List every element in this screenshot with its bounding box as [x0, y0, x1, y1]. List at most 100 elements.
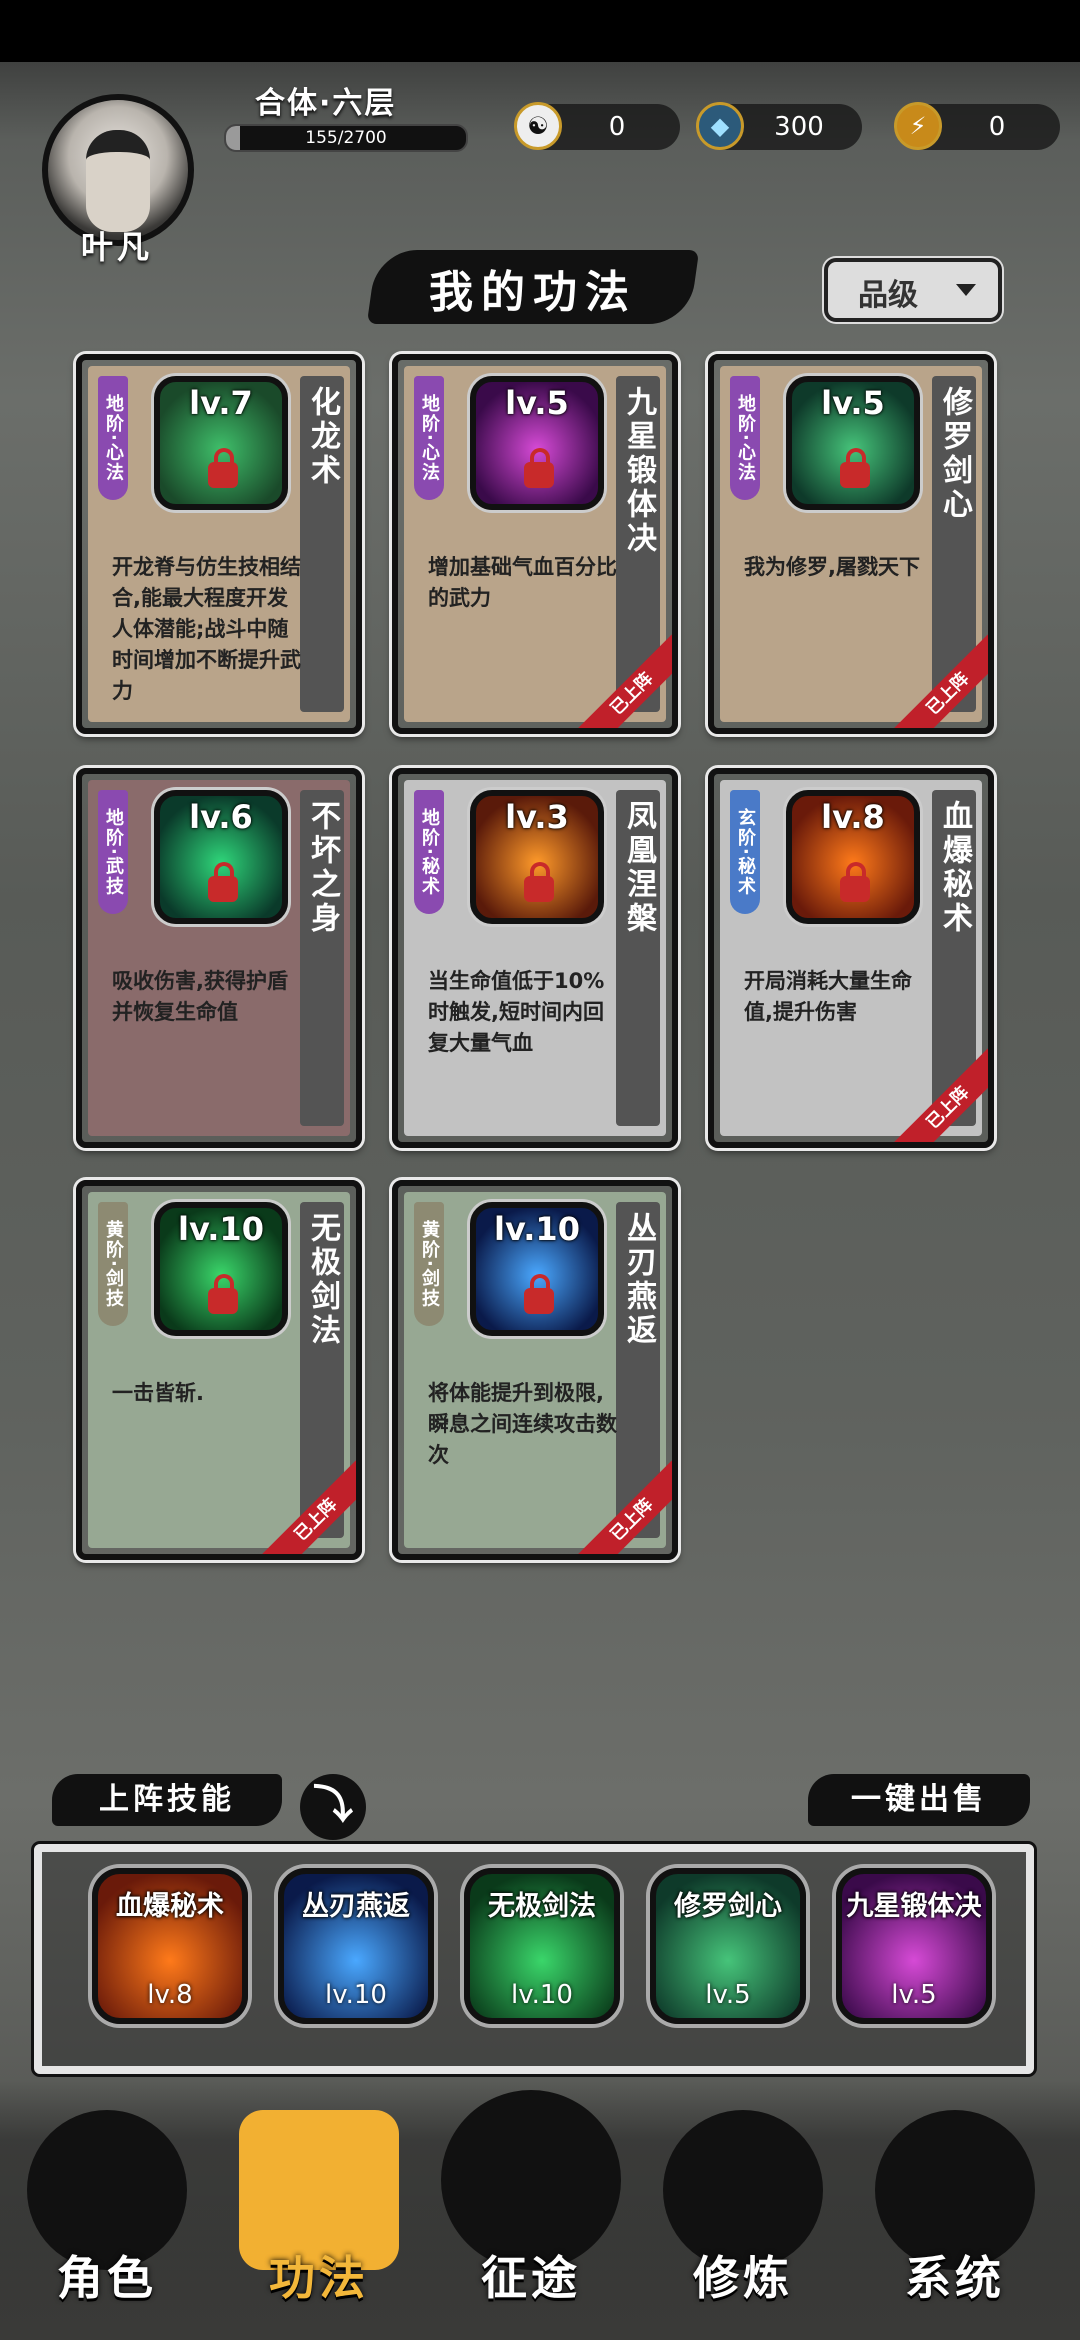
lock-icon	[208, 1274, 238, 1314]
lineup-slot[interactable]: 血爆秘术 lv.8	[92, 1868, 248, 2024]
skill-card[interactable]: 黄阶·剑技 lv.10 丛刃燕返 将体能提升到极限,瞬息之间连续攻击数次 已上阵	[392, 1180, 678, 1560]
skill-card[interactable]: 玄阶·秘术 lv.8 血爆秘术 开局消耗大量生命值,提升伤害 已上阵	[708, 768, 994, 1148]
skill-grade-tag: 地阶·心法	[730, 376, 760, 500]
nav-item-system[interactable]: 系统	[860, 2110, 1050, 2340]
skill-icon: lv.10	[154, 1202, 288, 1336]
card-body: 地阶·武技 lv.6 不坏之身 吸收伤害,获得护盾并恢复生命值	[88, 780, 350, 1136]
avatar-face	[86, 130, 150, 232]
slot-skill-name: 九星锻体决	[846, 1891, 982, 1922]
skill-level: lv.5	[505, 384, 569, 422]
skill-icon: lv.7	[154, 376, 288, 510]
slot-skill-level: lv.8	[147, 1980, 193, 2010]
nav-item-character[interactable]: 角色	[12, 2110, 202, 2340]
skill-grade-tag: 地阶·武技	[98, 790, 128, 914]
slot-skill-level: lv.10	[325, 1980, 387, 2010]
card-body: 黄阶·剑技 lv.10 无极剑法 一击皆斩. 已上阵	[88, 1192, 356, 1554]
grade-filter-dropdown[interactable]: 品级	[824, 258, 1002, 322]
currency-value: 0	[608, 112, 626, 142]
skill-icon: lv.6	[154, 790, 288, 924]
skill-name: 修罗剑心	[937, 386, 972, 522]
cultivation-realm: 合体·六层	[255, 86, 397, 121]
currency-value: 0	[988, 112, 1006, 142]
skill-description: 吸收伤害,获得护盾并恢复生命值	[112, 969, 288, 1024]
skill-level: lv.10	[178, 1210, 264, 1248]
skill-grade-tag: 玄阶·秘术	[730, 790, 760, 914]
skill-grade-tag: 地阶·心法	[414, 376, 444, 500]
sell-all-button[interactable]: 一键出售	[808, 1774, 1030, 1826]
skill-description: 开局消耗大量生命值,提升伤害	[744, 969, 912, 1024]
skill-icon: lv.8	[786, 790, 920, 924]
card-body: 地阶·心法 lv.5 修罗剑心 我为修罗,屠戮天下 已上阵	[720, 366, 988, 728]
skill-name: 化龙术	[305, 386, 340, 488]
skill-icon: lv.5	[786, 376, 920, 510]
skill-name: 丛刃燕返	[621, 1212, 656, 1348]
lineup-slot[interactable]: 九星锻体决 lv.5	[836, 1868, 992, 2024]
skill-grade-tag: 地阶·秘术	[414, 790, 444, 914]
skill-card[interactable]: 地阶·心法 lv.7 化龙术开龙脊与仿生技相结合,能最大程度开发人体潜能;战斗中随时…	[76, 354, 362, 734]
skill-name: 凤凰涅槃	[621, 800, 656, 936]
nav-item-sword[interactable]: 征途	[436, 2090, 626, 2340]
skill-level: lv.5	[821, 384, 885, 422]
lock-icon	[524, 862, 554, 902]
crystal-icon: ◆	[696, 102, 744, 150]
skill-grade-tag: 黄阶·剑技	[414, 1202, 444, 1326]
lineup-slot[interactable]: 修罗剑心 lv.5	[650, 1868, 806, 2024]
lineup-slot[interactable]: 无极剑法 lv.10	[464, 1868, 620, 2024]
skill-grade-tag: 地阶·心法	[98, 376, 128, 500]
currency-yin-yang[interactable]: ☯ 0	[514, 102, 680, 150]
nav-label: 修炼	[693, 2251, 793, 2305]
skill-icon: lv.10	[470, 1202, 604, 1336]
slot-skill-level: lv.10	[511, 1980, 573, 2010]
slot-skill-name: 修罗剑心	[674, 1891, 782, 1922]
card-body: 黄阶·剑技 lv.10 丛刃燕返 将体能提升到极限,瞬息之间连续攻击数次 已上阵	[404, 1192, 672, 1554]
currency-crystal[interactable]: ◆ 300	[696, 102, 862, 150]
nav-label: 角色	[57, 2251, 157, 2305]
lineup-slot[interactable]: 丛刃燕返 lv.10	[278, 1868, 434, 2024]
slot-skill-name: 血爆秘术	[116, 1891, 224, 1922]
skill-card[interactable]: 黄阶·剑技 lv.10 无极剑法 一击皆斩. 已上阵	[76, 1180, 362, 1560]
skill-description: 开龙脊与仿生技相结合,能最大程度开发人体潜能;战斗中随时间增加不断提升武力	[112, 555, 301, 703]
skill-description: 增加基础气血百分比的武力	[428, 555, 617, 610]
skill-card[interactable]: 地阶·心法 lv.5 九星锻体决 增加基础气血百分比的武力 已上阵	[392, 354, 678, 734]
player-name: 叶凡	[80, 228, 153, 266]
nav-label: 功法	[269, 2251, 369, 2305]
card-body: 地阶·秘术 lv.3 凤凰涅槃 当生命值低于10%时触发,短时间内回复大量气血	[404, 780, 666, 1136]
lightning-icon: ⚡	[894, 102, 942, 150]
nav-item-meditation[interactable]: 修炼	[648, 2110, 838, 2340]
arrow-down-icon[interactable]: ⤵	[300, 1774, 366, 1840]
skill-card[interactable]: 地阶·心法 lv.5 修罗剑心 我为修罗,屠戮天下 已上阵	[708, 354, 994, 734]
skill-description: 我为修罗,屠戮天下	[744, 555, 920, 579]
card-body: 地阶·心法 lv.5 九星锻体决 增加基础气血百分比的武力 已上阵	[404, 366, 672, 728]
lock-icon	[208, 862, 238, 902]
skill-level: lv.3	[505, 798, 569, 836]
nav-item-scroll[interactable]: 功法	[224, 2110, 414, 2340]
xp-bar: 155/2700	[224, 124, 468, 152]
skill-level: lv.6	[189, 798, 253, 836]
skill-name: 无极剑法	[305, 1212, 340, 1348]
slot-skill-level: lv.5	[891, 1980, 937, 2010]
skill-grade-tag: 黄阶·剑技	[98, 1202, 128, 1326]
chevron-down-icon	[956, 284, 976, 296]
skill-description: 将体能提升到极限,瞬息之间连续攻击数次	[428, 1381, 617, 1467]
skill-icon: lv.5	[470, 376, 604, 510]
currency-value: 300	[774, 112, 824, 142]
slot-skill-level: lv.5	[705, 1980, 751, 2010]
currency-energy[interactable]: ⚡ 0	[894, 102, 1060, 150]
skill-description: 一击皆斩.	[112, 1381, 204, 1405]
lock-icon	[840, 448, 870, 488]
lock-icon	[840, 862, 870, 902]
skill-name: 血爆秘术	[937, 800, 972, 936]
skill-level: lv.7	[189, 384, 253, 422]
page-title: 我的功法	[429, 267, 637, 318]
skill-name-column: 不坏之身	[300, 790, 344, 1126]
skill-icon: lv.3	[470, 790, 604, 924]
lock-icon	[524, 1274, 554, 1314]
skill-card[interactable]: 地阶·武技 lv.6 不坏之身 吸收伤害,获得护盾并恢复生命值	[76, 768, 362, 1148]
skill-card[interactable]: 地阶·秘术 lv.3 凤凰涅槃 当生命值低于10%时触发,短时间内回复大量气血	[392, 768, 678, 1148]
status-bar	[0, 0, 1080, 62]
yin-yang-icon: ☯	[514, 102, 562, 150]
slot-skill-name: 无极剑法	[488, 1891, 596, 1922]
skill-name-column: 凤凰涅槃	[616, 790, 660, 1126]
lineup-label: 上阵技能	[52, 1774, 282, 1826]
card-body: 玄阶·秘术 lv.8 血爆秘术 开局消耗大量生命值,提升伤害 已上阵	[720, 780, 988, 1142]
